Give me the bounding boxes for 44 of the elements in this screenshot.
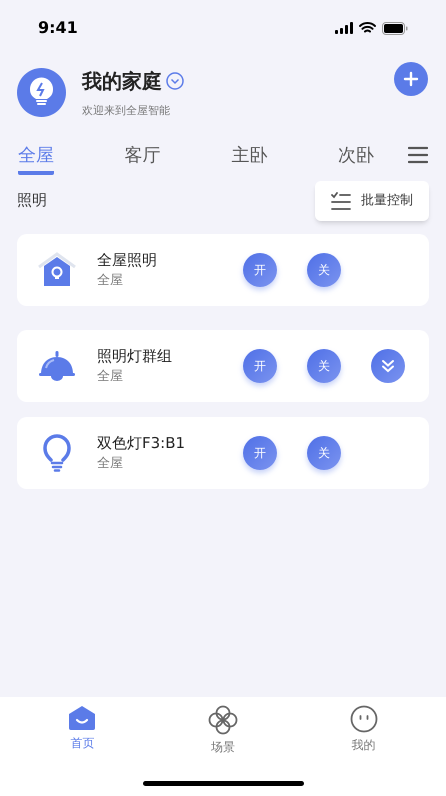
battery-icon — [382, 22, 408, 34]
section-title: 照明 — [17, 190, 47, 212]
signal-icon — [335, 22, 353, 34]
home-icon — [68, 705, 96, 731]
on-button[interactable]: 开 — [243, 436, 277, 470]
plus-icon — [403, 71, 419, 87]
room-tab[interactable]: 次卧 — [338, 142, 374, 174]
pendant-lamp-icon — [37, 350, 77, 382]
off-button[interactable]: 关 — [307, 348, 341, 382]
off-button[interactable]: 关 — [307, 436, 341, 470]
device-room: 全屋 — [97, 272, 124, 290]
room-tab[interactable]: 客厅 — [124, 142, 161, 174]
nav-tab[interactable]: 我的 — [324, 705, 404, 756]
on-button[interactable]: 开 — [243, 252, 277, 286]
status-time: 9:41 — [38, 17, 78, 39]
nav-tab[interactable]: 场景 — [182, 705, 263, 756]
device-room: 全屋 — [97, 455, 124, 473]
house-bulb-icon — [37, 250, 77, 288]
pinwheel-icon — [208, 705, 238, 735]
bulb-icon — [43, 434, 71, 472]
device-name: 全屋照明 — [97, 250, 158, 270]
device-card[interactable]: 双色灯F3:B1 全屋 开 关 — [17, 416, 429, 488]
device-name: 照明灯群组 — [97, 346, 173, 366]
wifi-icon — [359, 22, 376, 34]
on-button[interactable]: 开 — [243, 348, 277, 382]
device-card[interactable]: 照明灯群组 全屋 开 关 — [17, 330, 429, 402]
bulb-logo-icon — [17, 68, 66, 118]
home-title: 我的家庭 — [82, 68, 162, 95]
batch-control-button[interactable]: 批量控制 — [315, 180, 429, 220]
device-name: 双色灯F3:B1 — [97, 432, 186, 454]
device-room: 全屋 — [97, 368, 124, 386]
dropdown-icon[interactable] — [166, 72, 184, 90]
room-tab[interactable]: 主卧 — [231, 142, 268, 174]
off-button[interactable]: 关 — [307, 252, 341, 286]
checklist-icon — [331, 190, 351, 210]
double-chevron-icon — [381, 358, 395, 372]
room-tab[interactable]: 全屋 — [18, 142, 54, 174]
nav-tab[interactable]: 首页 — [42, 705, 122, 756]
device-card[interactable]: 全屋照明 全屋 开 关 — [17, 234, 429, 306]
add-button[interactable] — [394, 62, 428, 96]
menu-icon[interactable] — [408, 146, 428, 164]
expand-button[interactable] — [371, 348, 405, 382]
face-icon — [350, 705, 378, 733]
welcome-text: 欢迎来到全屋智能 — [82, 103, 171, 119]
